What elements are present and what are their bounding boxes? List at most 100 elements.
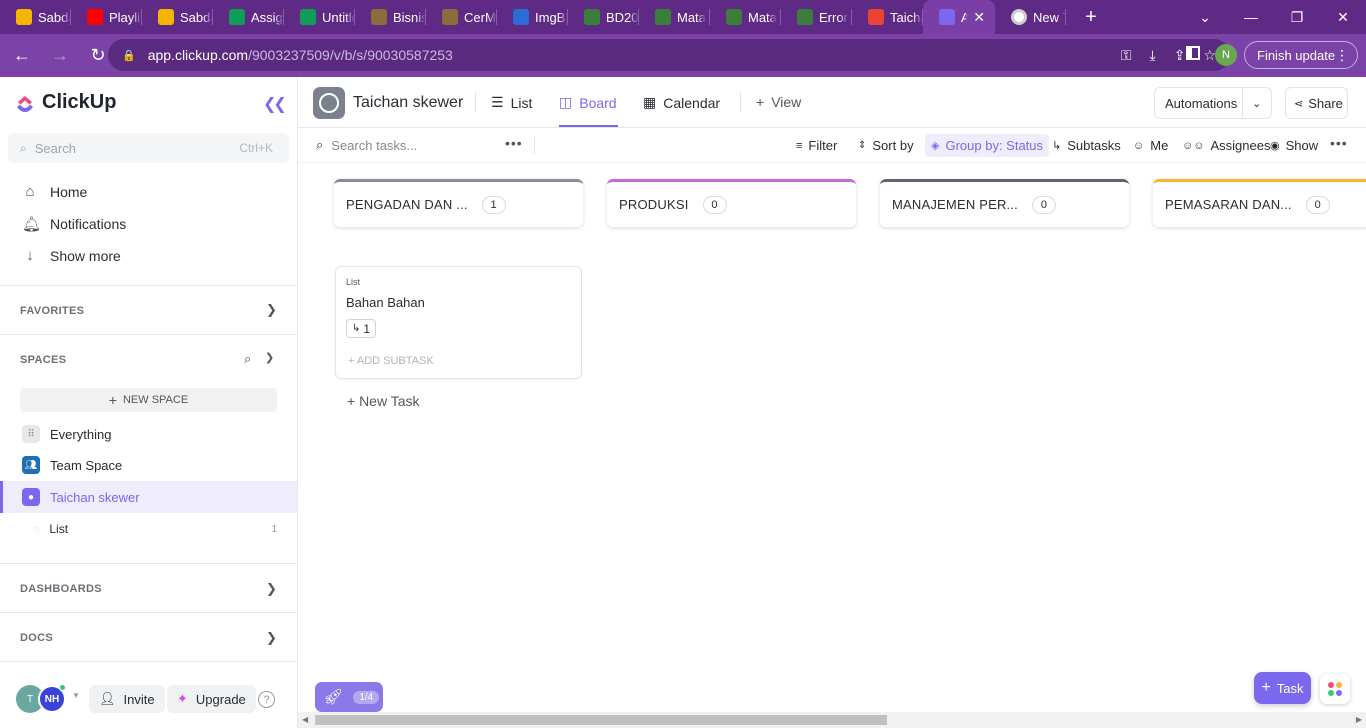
side-panel-icon[interactable] (1186, 46, 1200, 60)
scroll-left-icon[interactable]: ◀ (302, 715, 308, 724)
browser-tab[interactable]: ImgBB (497, 0, 568, 34)
subtask-badge[interactable]: ↳ 1 (346, 319, 377, 338)
add-view-button[interactable]: + View (756, 94, 801, 110)
column-header[interactable]: PRODUKSI 0 (607, 179, 856, 227)
space-taichan-skewer[interactable]: ● Taichan skewer (0, 481, 297, 513)
spaces-header[interactable]: SPACES (20, 354, 66, 366)
restore-icon[interactable]: ❐ (1274, 0, 1320, 34)
scroll-right-icon[interactable]: ▶ (1356, 715, 1362, 724)
column-header[interactable]: PEMASARAN DAN... 0 (1153, 179, 1366, 227)
new-tab-button[interactable]: + (1076, 6, 1106, 29)
column-header[interactable]: PENGADAN DAN ... 1 (334, 179, 583, 227)
chevron-right-icon[interactable]: ❯ (266, 581, 277, 597)
browser-tab-title: Mata (677, 9, 706, 25)
help-icon[interactable]: ? (258, 691, 275, 708)
chevron-right-icon[interactable]: ❯ (266, 302, 277, 318)
tab-search-icon[interactable]: ⌄ (1182, 0, 1228, 34)
new-task-fab[interactable]: + Task (1254, 672, 1311, 704)
back-icon[interactable]: ← (6, 40, 38, 72)
forward-icon[interactable]: → (44, 40, 76, 72)
upgrade-button[interactable]: ✦ Upgrade (167, 685, 256, 713)
browser-tab[interactable]: Bisnis (355, 0, 426, 34)
sort-button[interactable]: ⇕ Sort by (852, 134, 920, 157)
more-options-icon[interactable]: ••• (1330, 135, 1348, 151)
browser-tab[interactable]: Assign (213, 0, 284, 34)
automations-button[interactable]: Automations ⌄ (1154, 87, 1272, 119)
filter-button[interactable]: ≡ Filter (790, 134, 843, 157)
docs-header[interactable]: DOCS (20, 632, 53, 644)
browser-tab[interactable]: BD20 (568, 0, 639, 34)
apps-icon[interactable] (1320, 674, 1350, 704)
share-icon[interactable]: ⇪ (1174, 47, 1186, 64)
collapse-sidebar-icon[interactable]: ❮❮ (263, 94, 287, 114)
card-title[interactable]: Bahan Bahan (346, 295, 425, 310)
browser-tab[interactable]: Sabda (142, 0, 213, 34)
browser-tab[interactable]: Untitle (284, 0, 355, 34)
clickup-logo[interactable]: ClickUp (14, 91, 116, 114)
onboarding-button[interactable]: 🚀︎ 1/4 (315, 682, 383, 712)
search-tasks-input[interactable]: ⌕ Search tasks... (316, 137, 417, 153)
nav-show-more-label: Show more (50, 247, 121, 264)
close-tab-icon[interactable]: ✕ (973, 9, 985, 26)
space-team[interactable]: 👥︎ Team Space (0, 449, 297, 481)
group-by-button[interactable]: ◈ Group by: Status (925, 134, 1050, 157)
kebab-menu-icon[interactable]: ⋮ (1335, 47, 1349, 64)
person-icon: ☺ (1133, 139, 1145, 152)
search-shortcut: Ctrl+K (239, 141, 273, 155)
browser-tab[interactable]: A ✕ (923, 0, 995, 34)
youtube-icon (87, 9, 103, 25)
online-status-dot (59, 684, 66, 691)
invite-button[interactable]: 👤︎ Invite (89, 685, 165, 713)
horizontal-scrollbar[interactable]: ◀ ▶ (298, 712, 1366, 728)
browser-tab[interactable]: Taicha (852, 0, 923, 34)
minimize-icon[interactable]: — (1228, 0, 1274, 34)
browser-tab[interactable]: Error (781, 0, 852, 34)
tab-calendar[interactable]: ▦ Calendar (643, 94, 720, 111)
chevron-down-icon[interactable]: ⌄ (1241, 88, 1271, 118)
scrollbar-thumb[interactable] (315, 715, 887, 725)
tab-list[interactable]: ☰ List (491, 94, 532, 111)
browser-tab[interactable]: New T (995, 0, 1066, 34)
key-icon[interactable]: ⚿ (1121, 47, 1132, 64)
finish-update-button[interactable]: Finish update ⋮ (1244, 41, 1358, 69)
search-icon: ⌕ (20, 140, 27, 155)
space-everything[interactable]: ⠿ Everything (0, 418, 297, 450)
column-header[interactable]: MANAJEMEN PER... 0 (880, 179, 1129, 227)
caret-down-icon[interactable]: ▼ (72, 691, 80, 700)
assignees-button[interactable]: ☺☺ Assignees (1176, 134, 1276, 157)
page-title[interactable]: Taichan skewer (353, 94, 463, 112)
divider (0, 661, 297, 662)
browser-tab[interactable]: Playlis (71, 0, 142, 34)
browser-tab[interactable]: Mata (710, 0, 781, 34)
chevron-right-icon[interactable]: ❯ (266, 630, 277, 646)
close-window-icon[interactable]: ✕ (1320, 0, 1366, 34)
sidebar-search-input[interactable]: ⌕ Search Ctrl+K (8, 133, 289, 163)
install-icon[interactable]: ⤓ (1150, 47, 1156, 64)
nav-show-more[interactable]: ↓ Show more (22, 247, 121, 264)
browser-tab[interactable]: Mata (639, 0, 710, 34)
task-card[interactable]: List Bahan Bahan ↳ 1 + ADD SUBTASK (335, 266, 582, 379)
page-icon (371, 9, 387, 25)
nav-notifications[interactable]: 🔔︎ Notifications (22, 215, 126, 233)
dashboards-header[interactable]: DASHBOARDS (20, 583, 102, 595)
url-input[interactable]: 🔒 app.clickup.com/9003237509/v/b/s/90030… (108, 39, 1230, 71)
favorites-header[interactable]: FAVORITES (20, 305, 84, 317)
show-button[interactable]: ◉ Show (1264, 134, 1324, 157)
add-subtask-button[interactable]: + ADD SUBTASK (348, 355, 434, 367)
sidebar-list-item[interactable]: ◌ List 1 (0, 513, 297, 545)
new-task-button[interactable]: + New Task (347, 393, 420, 409)
profile-avatar[interactable]: N (1215, 44, 1237, 66)
nav-home[interactable]: ⌂ Home (22, 183, 87, 200)
browser-tab[interactable]: Sabda (0, 0, 71, 34)
space-avatar[interactable] (313, 87, 345, 119)
share-button[interactable]: ⋖ Share (1285, 87, 1348, 119)
chevron-down-icon[interactable]: ❯ (265, 351, 274, 364)
subtasks-button[interactable]: ↳ Subtasks (1046, 134, 1127, 157)
new-space-button[interactable]: + NEW SPACE (20, 388, 277, 412)
search-spaces-icon[interactable]: ⌕ (244, 351, 251, 367)
more-icon[interactable]: ••• (505, 135, 523, 151)
sidebar: ClickUp ❮❮ ⌕ Search Ctrl+K ⌂ Home 🔔︎ Notif… (0, 77, 298, 728)
browser-tab[interactable]: CerMi (426, 0, 497, 34)
tab-board[interactable]: ◫ Board (559, 94, 617, 111)
me-button[interactable]: ☺ Me (1127, 134, 1174, 157)
